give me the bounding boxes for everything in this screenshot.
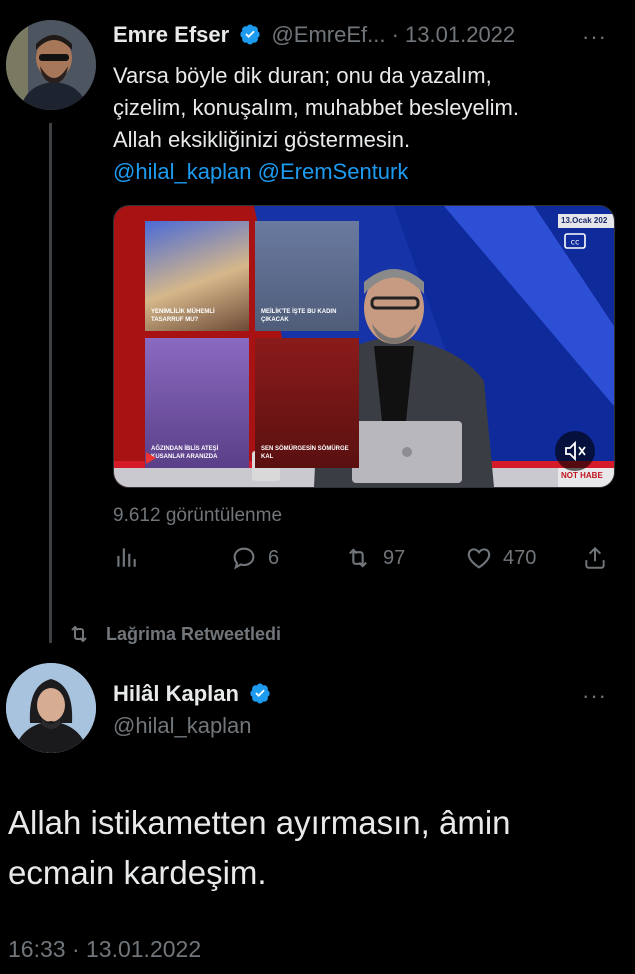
reply-count: 6 xyxy=(268,546,280,569)
mention-link[interactable]: @hilal_kaplan xyxy=(113,159,252,184)
retweet-button[interactable]: 97 xyxy=(343,544,405,572)
thumbnail-tile: YENİMLİLİK MÜHEMLİ TASARRUF MU? xyxy=(145,221,249,331)
thumbnail-caption: SEN SÖMÜRGESİN SÖMÜRGE KAL xyxy=(261,446,349,461)
avatar-image xyxy=(6,20,96,110)
thumbnail-caption: YENİMLİLİK MÜHEMLİ TASARRUF MU? xyxy=(151,309,215,324)
retweet-count: 97 xyxy=(383,546,406,569)
closed-captions-icon[interactable]: cc xyxy=(564,233,586,249)
analytics-button[interactable] xyxy=(113,544,139,570)
analytics-icon xyxy=(117,548,136,567)
retweet-icon xyxy=(71,625,87,643)
channel-logo: NOT HABE xyxy=(561,471,603,480)
tweet-date[interactable]: 13.01.2022 xyxy=(405,22,515,47)
more-options-icon[interactable]: ··· xyxy=(582,683,607,709)
video-player[interactable]: YENİMLİLİK MÜHEMLİ TASARRUF MU? MEİLİK'T… xyxy=(113,205,615,488)
author-name[interactable]: Emre Efser xyxy=(113,22,229,47)
avatar-emre-efser[interactable] xyxy=(6,20,96,110)
mute-toggle-icon[interactable] xyxy=(555,431,595,471)
dot-separator: · xyxy=(391,22,399,47)
avatar-hilal-kaplan[interactable] xyxy=(6,663,96,753)
verified-badge-icon xyxy=(250,683,270,704)
svg-text:cc: cc xyxy=(571,238,580,247)
heart-icon xyxy=(467,548,491,569)
more-options-icon[interactable]: ··· xyxy=(582,24,607,50)
channel-mark-icon xyxy=(144,450,166,466)
thumbnail-tile: AĞZINDAN İBLİS ATEŞİ KUSANLAR ARANIZDA xyxy=(145,338,249,468)
author-handle[interactable]: @EmreEf... xyxy=(271,22,385,47)
reply-icon xyxy=(233,547,255,570)
view-count: 9.612 görüntülenme xyxy=(113,505,283,526)
tweet-text-line: Varsa böyle dik duran; onu da yazalım, xyxy=(113,63,492,88)
mention-link[interactable]: @EremSenturk xyxy=(258,159,409,184)
thumbnail-caption: MEİLİK'TE İŞTE BU KADIN ÇIKACAK xyxy=(261,309,337,324)
share-icon xyxy=(585,546,605,569)
author-name[interactable]: Hilâl Kaplan xyxy=(113,681,239,706)
tweet-text-line: çizelim, konuşalım, muhabbet besleyelim. xyxy=(113,95,519,120)
thread-connector-line xyxy=(49,123,52,643)
tweet1-header: Emre Efser @EmreEf... · 13.01.2022 xyxy=(113,22,515,49)
author-handle[interactable]: @hilal_kaplan xyxy=(113,713,252,739)
retweet-icon xyxy=(349,548,367,568)
tweet-text-line: Allah istikametten ayırmasın, âmin xyxy=(8,804,511,841)
verified-badge-icon xyxy=(240,24,260,45)
retweeted-by-label: Lağrima Retweetledi xyxy=(106,623,282,644)
thumbnail-tile: MEİLİK'TE İŞTE BU KADIN ÇIKACAK xyxy=(255,221,359,331)
thumbnail-tile: SEN SÖMÜRGESİN SÖMÜRGE KAL xyxy=(255,338,359,468)
video-date-badge: 13.Ocak 202 xyxy=(561,216,608,225)
tweet2-header: Hilâl Kaplan xyxy=(113,681,271,708)
like-button[interactable]: 470 xyxy=(465,544,536,572)
tweet2-body: Allah istikametten ayırmasın, âmin ecmai… xyxy=(8,798,511,898)
tweet1-body: Varsa böyle dik duran; onu da yazalım, ç… xyxy=(113,60,519,188)
avatar-image xyxy=(6,663,96,753)
share-button[interactable] xyxy=(582,544,608,572)
retweeted-by[interactable]: Lağrima Retweetledi xyxy=(64,622,281,646)
tweet-timestamp[interactable]: 16:33 · 13.01.2022 xyxy=(8,936,201,963)
like-count: 470 xyxy=(503,546,537,569)
reply-button[interactable]: 6 xyxy=(230,544,279,572)
tweet-text-line: Allah eksikliğinizi göstermesin. xyxy=(113,127,411,152)
tweet-text-line: ecmain kardeşim. xyxy=(8,854,267,891)
